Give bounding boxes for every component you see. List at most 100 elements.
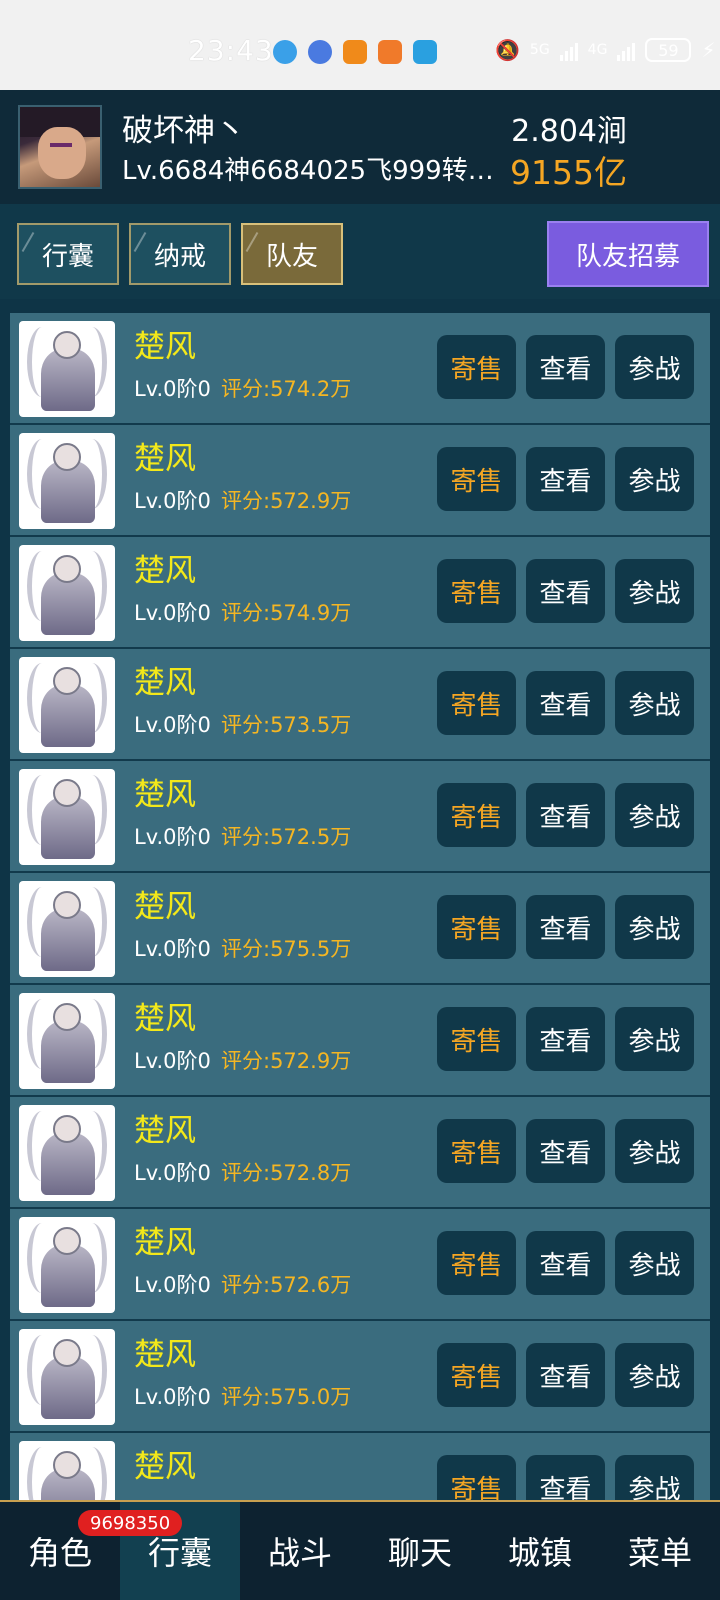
companion-portrait[interactable] [19, 1441, 115, 1500]
tab-companions[interactable]: 队友 [241, 223, 343, 285]
signal-icon [559, 39, 578, 61]
currency-gold-value: 2.804涧 [511, 114, 627, 149]
view-button[interactable]: 查看 [526, 783, 605, 847]
nav-battle[interactable]: 战斗 [240, 1502, 360, 1600]
join-battle-button[interactable]: 参战 [615, 671, 694, 735]
sell-button[interactable]: 寄售 [437, 1343, 516, 1407]
sell-button[interactable]: 寄售 [437, 1119, 516, 1183]
currency-crystal-value: 9155亿 [510, 153, 627, 192]
avatar-mark [50, 143, 72, 147]
companion-score: 评分:572.9万 [221, 1049, 352, 1073]
search-app-icon [413, 40, 437, 64]
companion-portrait[interactable] [19, 769, 115, 865]
companion-portrait[interactable] [19, 433, 115, 529]
join-battle-button[interactable]: 参战 [615, 895, 694, 959]
recruit-companion-button[interactable]: 队友招募 [547, 221, 709, 287]
join-battle-button[interactable]: 参战 [615, 559, 694, 623]
companion-portrait[interactable] [19, 1217, 115, 1313]
sell-button[interactable]: 寄售 [437, 1007, 516, 1071]
charging-icon: ⚡ [701, 38, 716, 62]
companion-row: 楚风 Lv.0阶0 评分:572.9万 寄售 查看 参战 [10, 985, 710, 1097]
companion-name: 楚风 [134, 1001, 196, 1037]
battery-icon: 59 [645, 38, 692, 62]
join-battle-button[interactable]: 参战 [615, 1455, 694, 1500]
companion-row: 楚风 Lv.0阶0 评分:575.5万 寄售 查看 参战 [10, 873, 710, 985]
join-battle-button[interactable]: 参战 [615, 335, 694, 399]
view-button[interactable]: 查看 [526, 1119, 605, 1183]
nav-town[interactable]: 城镇 [480, 1502, 600, 1600]
sell-button[interactable]: 寄售 [437, 895, 516, 959]
companion-name: 楚风 [134, 889, 196, 925]
companion-list[interactable]: 楚风 Lv.0阶0 评分:574.2万 寄售 查看 参战 楚风 Lv.0阶0 评… [10, 313, 710, 1500]
sell-button[interactable]: 寄售 [437, 671, 516, 735]
companion-level: Lv.0阶0 [134, 1273, 211, 1297]
tab-ring[interactable]: 纳戒 [129, 223, 231, 285]
companion-row: 楚风 寄售 查看 参战 [10, 1433, 710, 1500]
view-button[interactable]: 查看 [526, 335, 605, 399]
companion-portrait[interactable] [19, 545, 115, 641]
status-right: 🔕 5G 4G 59 ⚡ [495, 38, 715, 62]
companion-score: 评分:572.6万 [221, 1273, 352, 1297]
sell-button[interactable]: 寄售 [437, 783, 516, 847]
companion-portrait[interactable] [19, 1105, 115, 1201]
companion-portrait[interactable] [19, 657, 115, 753]
portrait-head [53, 779, 81, 807]
companion-level: Lv.0阶0 [134, 601, 211, 625]
companion-portrait[interactable] [19, 881, 115, 977]
sell-button[interactable]: 寄售 [437, 335, 516, 399]
join-battle-button[interactable]: 参战 [615, 1119, 694, 1183]
companion-level: Lv.0阶0 [134, 1049, 211, 1073]
join-battle-button[interactable]: 参战 [615, 1343, 694, 1407]
join-battle-button[interactable]: 参战 [615, 447, 694, 511]
tab-bag[interactable]: 行囊 [17, 223, 119, 285]
sell-button[interactable]: 寄售 [437, 1231, 516, 1295]
video-app-icon [343, 40, 367, 64]
view-button[interactable]: 查看 [526, 1231, 605, 1295]
status-bar: 23:43 🔕 5G 4G 59 ⚡ [0, 0, 720, 90]
portrait-head [53, 1451, 81, 1479]
companion-level: Lv.0阶0 [134, 1161, 211, 1185]
companion-row: 楚风 Lv.0阶0 评分:573.5万 寄售 查看 参战 [10, 649, 710, 761]
player-avatar[interactable] [18, 105, 102, 189]
sell-button[interactable]: 寄售 [437, 1455, 516, 1500]
portrait-head [53, 1339, 81, 1367]
view-button[interactable]: 查看 [526, 447, 605, 511]
player-name: 破坏神丶 [122, 113, 246, 149]
join-battle-button[interactable]: 参战 [615, 783, 694, 847]
companion-name: 楚风 [134, 777, 196, 813]
view-button[interactable]: 查看 [526, 559, 605, 623]
companion-name: 楚风 [134, 329, 196, 365]
join-battle-button[interactable]: 参战 [615, 1007, 694, 1071]
companion-name: 楚风 [134, 1337, 196, 1373]
companion-level: Lv.0阶0 [134, 937, 211, 961]
avatar-face [38, 127, 86, 179]
network-5g-label: 5G [529, 42, 550, 58]
companion-portrait[interactable] [19, 993, 115, 1089]
companion-portrait[interactable] [19, 1329, 115, 1425]
join-battle-button[interactable]: 参战 [615, 1231, 694, 1295]
companion-score: 评分:574.2万 [221, 377, 352, 401]
companion-score: 评分:572.8万 [221, 1161, 352, 1185]
companion-name: 楚风 [134, 553, 196, 589]
view-button[interactable]: 查看 [526, 895, 605, 959]
sell-button[interactable]: 寄售 [437, 447, 516, 511]
companion-score: 评分:572.5万 [221, 825, 352, 849]
portrait-head [53, 555, 81, 583]
view-button[interactable]: 查看 [526, 1007, 605, 1071]
view-button[interactable]: 查看 [526, 1455, 605, 1500]
companion-score: 评分:574.9万 [221, 601, 352, 625]
companion-level: Lv.0阶0 [134, 825, 211, 849]
companion-row: 楚风 Lv.0阶0 评分:572.8万 寄售 查看 参战 [10, 1097, 710, 1209]
companion-level: Lv.0阶0 [134, 713, 211, 737]
view-button[interactable]: 查看 [526, 671, 605, 735]
portrait-head [53, 1003, 81, 1031]
view-button[interactable]: 查看 [526, 1343, 605, 1407]
companion-row: 楚风 Lv.0阶0 评分:574.2万 寄售 查看 参战 [10, 313, 710, 425]
companion-score: 评分:573.5万 [221, 713, 352, 737]
nav-chat[interactable]: 聊天 [360, 1502, 480, 1600]
nav-menu[interactable]: 菜单 [600, 1502, 720, 1600]
portrait-head [53, 443, 81, 471]
companion-portrait[interactable] [19, 321, 115, 417]
sell-button[interactable]: 寄售 [437, 559, 516, 623]
companion-name: 楚风 [134, 665, 196, 701]
